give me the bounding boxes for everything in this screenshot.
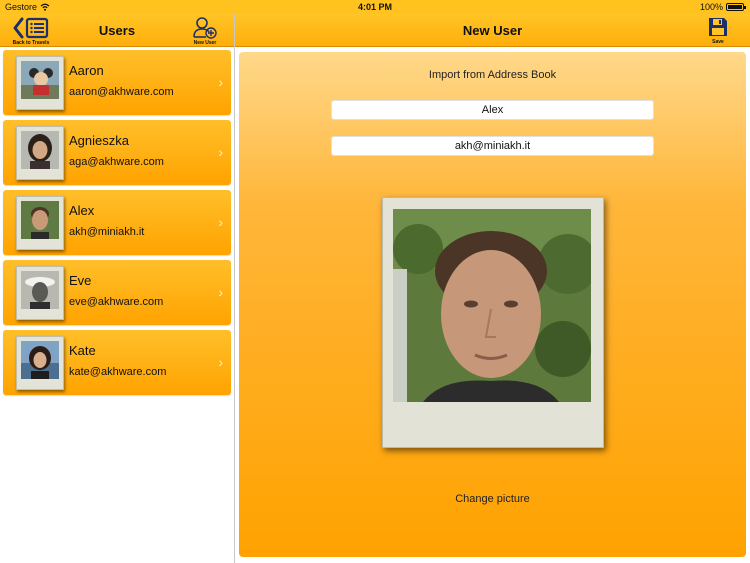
detail-navbar: New User Save [235, 14, 750, 47]
user-row-agnieszka[interactable]: Agnieszka aga@akhware.com › [3, 120, 231, 185]
split-divider [234, 14, 235, 563]
battery-icon [726, 3, 746, 11]
new-user-button[interactable]: New User [192, 16, 218, 46]
battery-percent: 100% [699, 2, 723, 12]
avatar [21, 61, 59, 99]
user-name: Alex [69, 203, 95, 218]
user-photo-frame [16, 196, 64, 250]
chevron-right-icon: › [218, 354, 223, 370]
floppy-disk-icon [709, 18, 727, 36]
chevron-right-icon: › [218, 214, 223, 230]
user-name: Aaron [69, 63, 104, 78]
user-email: kate@akhware.com [69, 366, 167, 378]
chevron-right-icon: › [218, 144, 223, 160]
name-field[interactable] [331, 100, 654, 120]
users-list: Aaron aaron@akhware.com › Agnieszka aga@… [0, 47, 234, 563]
users-navbar: Back to Travels Users New User [0, 14, 234, 47]
battery-info: 100% [699, 2, 746, 12]
new-user-panel: Import from Address Book Change picture [239, 52, 746, 557]
user-email: eve@akhware.com [69, 296, 164, 308]
change-picture-link[interactable]: Change picture [239, 493, 746, 505]
import-from-address-book-link[interactable]: Import from Address Book [239, 69, 746, 81]
user-name: Agnieszka [69, 133, 129, 148]
status-bar: Gestore 4:01 PM 100% [0, 0, 750, 14]
user-photo-frame [16, 126, 64, 180]
chevron-right-icon: › [218, 284, 223, 300]
user-name: Kate [69, 343, 96, 358]
avatar [21, 201, 59, 239]
user-email: aga@akhware.com [69, 156, 164, 168]
back-button-label: Back to Travels [12, 40, 50, 46]
user-email: akh@miniakh.it [69, 226, 145, 238]
profile-photo [393, 209, 591, 402]
save-button[interactable]: Save [707, 16, 729, 45]
add-user-icon [193, 17, 217, 39]
user-photo-frame [16, 266, 64, 320]
user-name: Eve [69, 273, 92, 288]
chevron-right-icon: › [218, 74, 223, 90]
user-email: aaron@akhware.com [69, 86, 174, 98]
email-field[interactable] [331, 136, 654, 156]
avatar [21, 131, 59, 169]
clock: 4:01 PM [357, 2, 392, 12]
new-user-title: New User [462, 23, 523, 38]
user-row-alex[interactable]: Alex akh@miniakh.it › [3, 190, 231, 255]
user-photo-frame [16, 56, 64, 110]
user-row-eve[interactable]: Eve eve@akhware.com › [3, 260, 231, 325]
new-user-button-label: New User [193, 40, 217, 46]
user-photo-frame [16, 336, 64, 390]
profile-photo-frame[interactable] [382, 197, 604, 448]
user-row-aaron[interactable]: Aaron aaron@akhware.com › [3, 50, 231, 115]
avatar [21, 271, 59, 309]
avatar [21, 341, 59, 379]
user-row-kate[interactable]: Kate kate@akhware.com › [3, 330, 231, 395]
save-button-label: Save [712, 39, 724, 45]
